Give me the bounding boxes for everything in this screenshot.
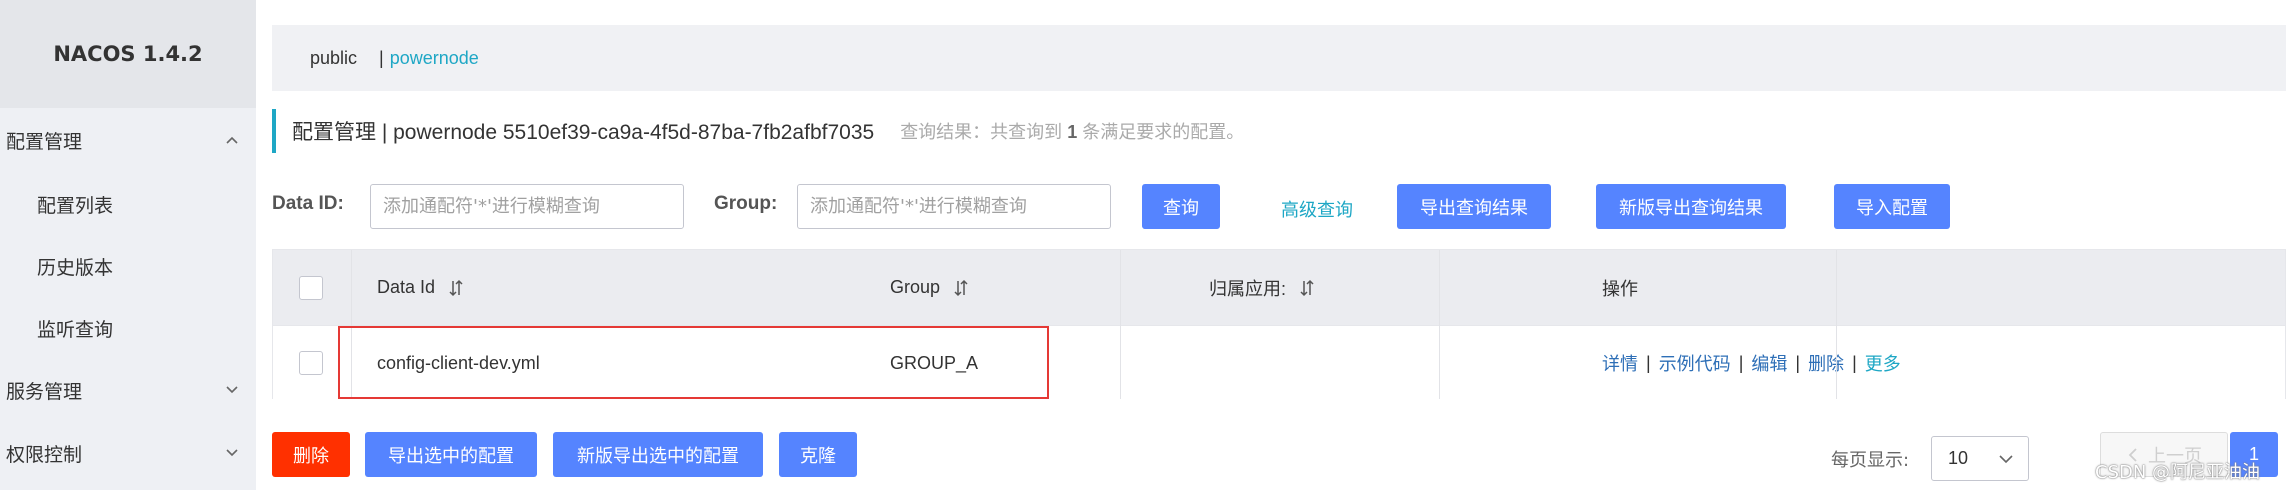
sidebar-item-label: 历史版本	[37, 257, 114, 279]
column-header-app[interactable]: 归属应用:	[1209, 250, 1318, 325]
action-detail-link[interactable]: 详情	[1602, 350, 1638, 376]
sidebar-group-access-control[interactable]: 权限控制	[0, 433, 256, 473]
sidebar-item-listener-query[interactable]: 监听查询	[0, 308, 256, 348]
group-input[interactable]	[797, 184, 1111, 229]
new-export-selected-button[interactable]: 新版导出选中的配置	[553, 432, 763, 477]
sidebar-item-config-list[interactable]: 配置列表	[0, 184, 256, 224]
data-id-input[interactable]	[370, 184, 684, 229]
result-count: 1	[1067, 122, 1078, 142]
data-id-label: Data ID:	[272, 193, 344, 214]
namespace-public[interactable]: public	[310, 48, 357, 69]
namespace-separator: |	[379, 47, 384, 68]
page-size-value: 10	[1948, 448, 1969, 468]
page-title: 配置管理 | powernode 5510ef39-ca9a-4f5d-87ba…	[292, 121, 875, 144]
new-export-results-button[interactable]: 新版导出查询结果	[1596, 184, 1786, 229]
select-all-checkbox[interactable]	[299, 275, 323, 300]
column-header-group[interactable]: Group	[890, 250, 972, 325]
bulk-delete-button[interactable]: 删除	[272, 432, 350, 477]
table-header: Data Id Group 归属应用: 操作	[273, 250, 2285, 325]
sort-icon[interactable]	[1296, 277, 1318, 299]
action-more-link[interactable]: 更多	[1865, 350, 1901, 376]
export-selected-button[interactable]: 导出选中的配置	[365, 432, 537, 477]
cell-group: GROUP_A	[890, 352, 979, 373]
row-checkbox[interactable]	[299, 351, 323, 375]
page-size-label: 每页显示:	[1831, 450, 1910, 471]
page-title-row: 配置管理 | powernode 5510ef39-ca9a-4f5d-87ba…	[272, 109, 1244, 153]
main-content: public | powernode 配置管理 | powernode 5510…	[256, 0, 2286, 490]
advanced-search-link[interactable]: 高级查询	[1281, 196, 1353, 222]
sidebar-group-config-management[interactable]: 配置管理	[0, 120, 256, 160]
app-logo: NACOS 1.4.2	[0, 0, 256, 108]
watermark: CSDN @阿尼亚油油	[2095, 462, 2261, 483]
action-sample-code-link[interactable]: 示例代码	[1659, 350, 1731, 376]
column-header-data-id[interactable]: Data Id	[377, 250, 467, 325]
sort-icon[interactable]	[445, 277, 467, 299]
sidebar-item-label: 配置列表	[37, 195, 114, 217]
sidebar-item-history[interactable]: 历史版本	[0, 246, 256, 286]
chevron-down-icon	[226, 449, 238, 457]
action-delete-link[interactable]: 删除	[1808, 350, 1844, 376]
cell-data-id: config-client-dev.yml	[377, 352, 540, 373]
sidebar-group-service-management[interactable]: 服务管理	[0, 370, 256, 410]
row-select-cell	[299, 326, 323, 400]
select-all-cell	[299, 250, 323, 325]
sort-icon[interactable]	[950, 277, 972, 299]
column-header-actions: 操作	[1602, 278, 1638, 299]
namespace-powernode[interactable]: powernode	[390, 48, 479, 69]
page-size-select[interactable]: 10	[1931, 436, 2029, 481]
chevron-up-icon	[226, 136, 238, 144]
sidebar: NACOS 1.4.2 配置管理 配置列表 历史版本 监听查询 服务管理 权限控…	[0, 0, 256, 490]
export-results-button[interactable]: 导出查询结果	[1397, 184, 1551, 229]
clone-button[interactable]: 克隆	[779, 432, 857, 477]
import-config-button[interactable]: 导入配置	[1834, 184, 1950, 229]
sidebar-item-label: 监听查询	[37, 319, 114, 341]
table-row: config-client-dev.yml GROUP_A 详情 | 示例代码 …	[273, 325, 2285, 399]
chevron-down-icon	[1999, 455, 2013, 464]
config-table: Data Id Group 归属应用: 操作 config-client-dev…	[272, 249, 2286, 399]
group-label: Group:	[714, 193, 778, 214]
namespace-bar: public | powernode	[272, 25, 2286, 91]
query-result-summary: 查询结果：共查询到 1 条满足要求的配置。	[900, 122, 1245, 142]
search-button[interactable]: 查询	[1142, 184, 1220, 229]
sidebar-group-label: 权限控制	[6, 444, 83, 466]
chevron-down-icon	[226, 386, 238, 394]
sidebar-group-label: 配置管理	[6, 131, 83, 153]
cell-actions: 详情 | 示例代码 | 编辑 | 删除 | 更多	[1602, 326, 1901, 400]
action-edit-link[interactable]: 编辑	[1751, 350, 1787, 376]
sidebar-group-label: 服务管理	[6, 381, 83, 403]
